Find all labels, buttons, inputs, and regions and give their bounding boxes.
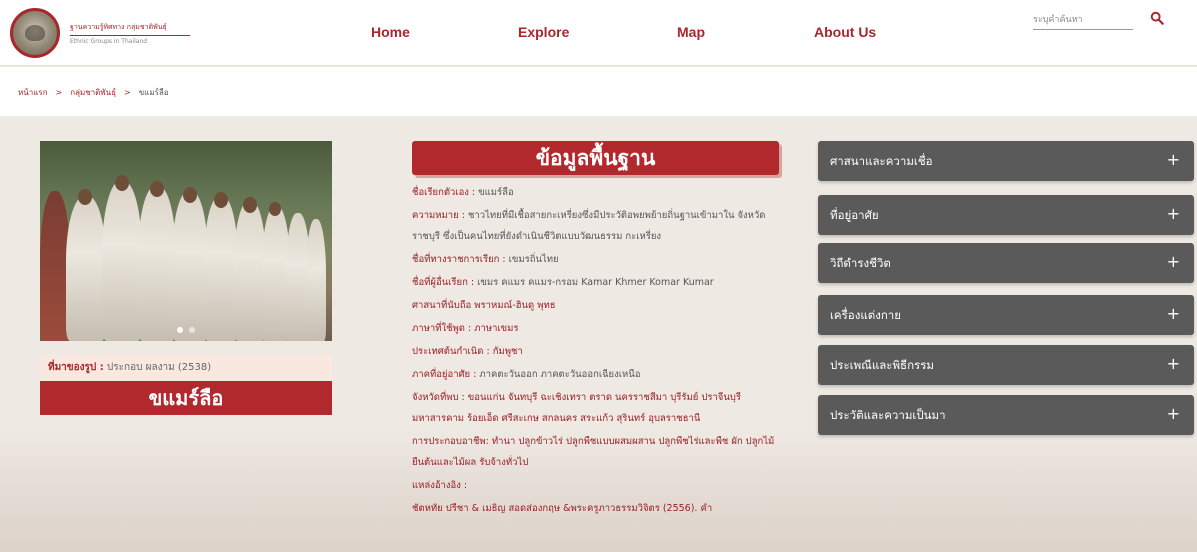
plus-icon[interactable]: + [1167, 204, 1180, 223]
ethnic-group-photo[interactable] [40, 141, 332, 341]
carousel-dot[interactable] [177, 327, 183, 333]
info-row-reference-text: ชัตหทัย ปรีชา & เมธิญ สอดส่องกฤษ &พระครู… [412, 503, 713, 514]
breadcrumb: หน้าแรก > กลุ่มชาติพันธุ์ > ขแมร์ลือ [18, 86, 169, 99]
accordion-traditions[interactable]: ประเพณีและพิธีกรรม + [818, 345, 1194, 385]
site-header: ฐานความรู้ทิศทาง กลุ่มชาติพันธุ์ Ethnic … [0, 0, 1197, 66]
basic-info-list: ชื่อเรียกตัวเอง : ขแมร์ลือ ความหมาย : ชา… [412, 182, 782, 521]
carousel-dot[interactable] [189, 327, 195, 333]
accordion-label: ศาสนาและความเชื่อ [830, 154, 933, 168]
info-row-origin: ประเทศต้นกำเนิด : กัมพูชา [412, 346, 523, 357]
plus-icon[interactable]: + [1167, 404, 1180, 423]
nav-explore[interactable]: Explore [518, 24, 569, 40]
site-logo[interactable]: ฐานความรู้ทิศทาง กลุ่มชาติพันธุ์ Ethnic … [10, 8, 190, 58]
photo-credit-label: ที่มาของรูป : [48, 362, 104, 373]
info-row-official-name: ชื่อที่ทางราชการเรียก : เขมรถิ่นไทย [412, 254, 559, 265]
basic-info-title: ข้อมูลพื้นฐาน [412, 141, 779, 175]
nav-home[interactable]: Home [371, 24, 410, 40]
info-row-other-names: ชื่อที่ผู้อื่นเรียก : เขมร คแมร คแมร-กรอ… [412, 277, 714, 288]
info-row-religion: ศาสนาที่นับถือ พราหมณ์-ฮินดู พุทธ [412, 300, 556, 311]
accordion-religion[interactable]: ศาสนาและความเชื่อ + [818, 141, 1194, 181]
accordion-livelihood[interactable]: วิถีดำรงชีวิต + [818, 243, 1194, 283]
breadcrumb-ethnic-groups[interactable]: กลุ่มชาติพันธุ์ [70, 86, 116, 99]
logo-subtitle: Ethnic Groups in Thailand [70, 37, 148, 45]
nav-map[interactable]: Map [677, 24, 705, 40]
group-name-banner: ขแมร์ลือ [40, 381, 332, 415]
info-row-meaning: ความหมาย : ชาวไทยที่มีเชื้อสายกะเหรี่ยงซ… [412, 210, 766, 242]
logo-emblem-icon [10, 8, 60, 58]
breadcrumb-bar: หน้าแรก > กลุ่มชาติพันธุ์ > ขแมร์ลือ [0, 67, 1197, 117]
breadcrumb-separator-icon: > [55, 88, 63, 97]
info-row-references: แหล่งอ้างอิง : [412, 480, 468, 491]
accordion-label: วิถีดำรงชีวิต [830, 256, 891, 270]
accordion-label: เครื่องแต่งกาย [830, 308, 901, 322]
logo-title: ฐานความรู้ทิศทาง กลุ่มชาติพันธุ์ [70, 22, 190, 36]
plus-icon[interactable]: + [1167, 354, 1180, 373]
accordion-label: ที่อยู่อาศัย [830, 208, 879, 222]
logo-text: ฐานความรู้ทิศทาง กลุ่มชาติพันธุ์ Ethnic … [70, 22, 190, 45]
breadcrumb-home[interactable]: หน้าแรก [18, 86, 48, 99]
search-icon[interactable] [1150, 11, 1164, 25]
accordion-costume[interactable]: เครื่องแต่งกาย + [818, 295, 1194, 335]
info-row-region: ภาคที่อยู่อาศัย : ภาคตะวันออก ภาคตะวันออ… [412, 369, 641, 380]
plus-icon[interactable]: + [1167, 252, 1180, 271]
accordion-label: ประวัติและความเป็นมา [830, 408, 946, 422]
search-input[interactable] [1033, 8, 1133, 30]
carousel-dots[interactable] [40, 327, 332, 333]
breadcrumb-separator-icon: > [124, 88, 131, 97]
photo-credit: ที่มาของรูป : ประกอบ ผลงาม (2538) [40, 354, 332, 380]
photo-credit-value: ประกอบ ผลงาม (2538) [106, 362, 212, 373]
info-row-occupation: การประกอบอาชีพ: ทำนา ปลูกข้าวไร่ ปลูกพืช… [412, 436, 775, 468]
info-row-language: ภาษาที่ใช้พูด : ภาษาเขมร [412, 323, 519, 334]
plus-icon[interactable]: + [1167, 304, 1180, 323]
plus-icon[interactable]: + [1167, 150, 1180, 169]
nav-about-us[interactable]: About Us [814, 24, 876, 40]
accordion-housing[interactable]: ที่อยู่อาศัย + [818, 195, 1194, 235]
info-row-self-name: ชื่อเรียกตัวเอง : ขแมร์ลือ [412, 187, 514, 198]
breadcrumb-current: ขแมร์ลือ [138, 88, 169, 97]
accordion-label: ประเพณีและพิธีกรรม [830, 358, 934, 372]
info-row-provinces: จังหวัดที่พบ : ขอนแก่น จันทบุรี ฉะเชิงเท… [412, 392, 742, 424]
accordion-history[interactable]: ประวัติและความเป็นมา + [818, 395, 1194, 435]
